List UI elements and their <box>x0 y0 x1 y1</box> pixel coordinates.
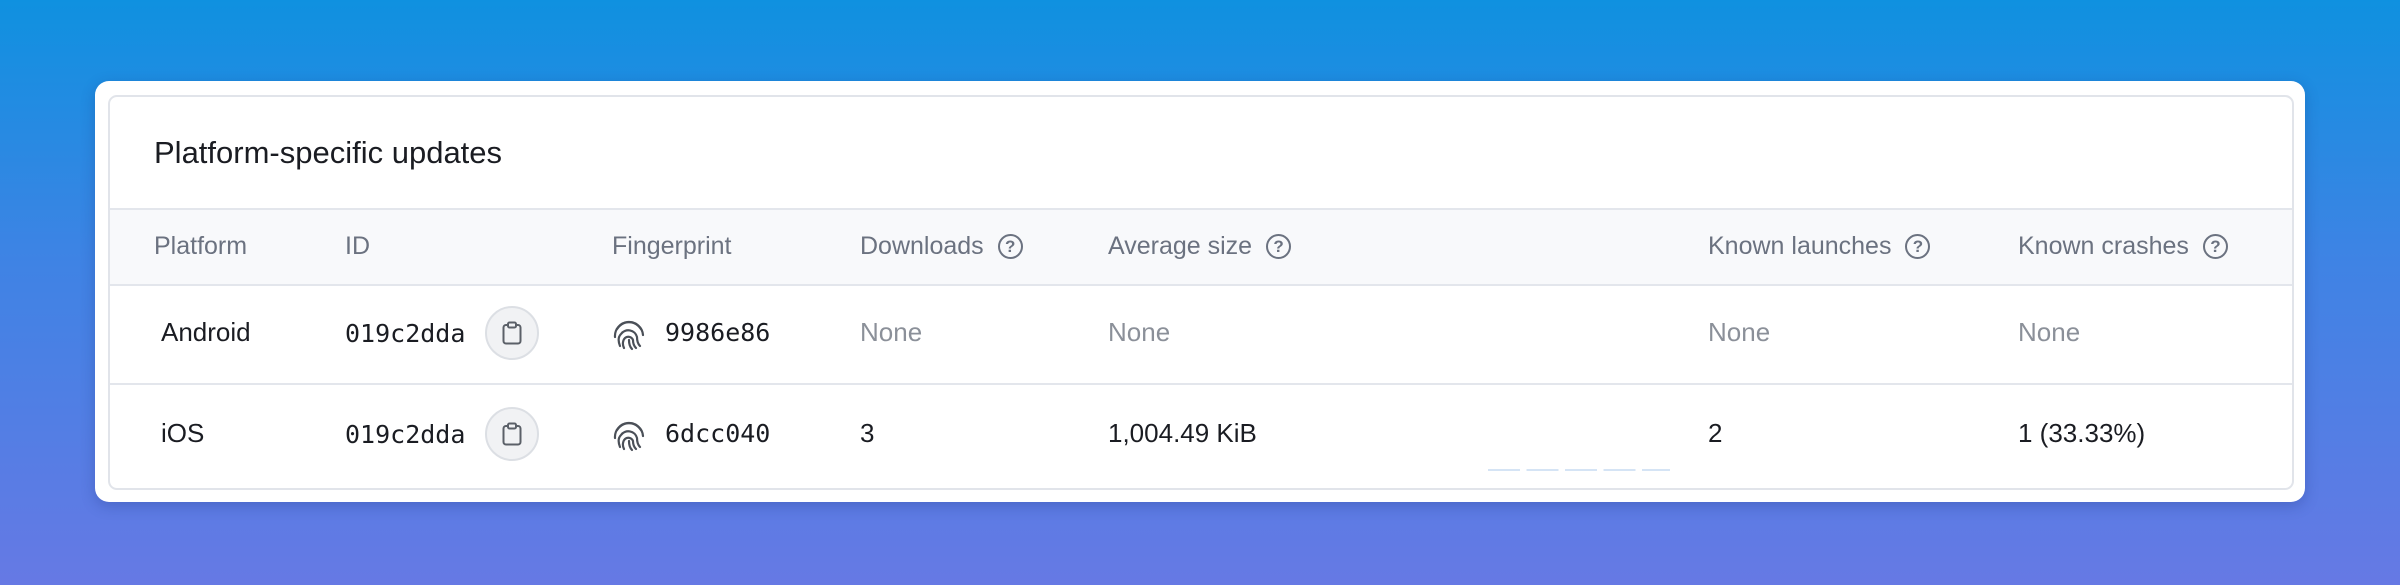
header-known-launches-label: Known launches <box>1708 232 1892 260</box>
header-downloads-label: Downloads <box>860 232 984 260</box>
updates-panel: Platform-specific updates Platform ID Fi… <box>108 95 2294 490</box>
known-crashes-cell: 1 (33.33%) <box>2018 418 2146 448</box>
question-circle-icon[interactable]: ? <box>997 234 1023 259</box>
table-row: iOS 019c2dda 6dcc040 3 1,004.49 KiB 2 1 … <box>110 385 2292 486</box>
launches-crashes-sparkline <box>1488 469 1670 471</box>
table-header: Platform ID Fingerprint Downloads ? Aver… <box>110 208 2292 286</box>
known-launches-cell: 2 <box>1708 418 1723 448</box>
header-fingerprint-label: Fingerprint <box>612 232 732 260</box>
header-average-size-label: Average size <box>1108 232 1253 260</box>
header-downloads: Downloads ? <box>860 232 1023 261</box>
sparkline-empty-bar <box>1603 469 1636 471</box>
header-id: ID <box>345 232 370 261</box>
sparkline-empty-bar <box>1488 469 1520 471</box>
fingerprint-icon <box>613 421 645 452</box>
known-launches-cell: None <box>1708 317 1771 347</box>
header-fingerprint: Fingerprint <box>612 232 732 261</box>
header-platform: Platform <box>154 232 247 261</box>
question-circle-icon[interactable]: ? <box>1905 234 1931 259</box>
table-row: Android 019c2dda 9986e86 None None None … <box>110 284 2292 385</box>
sparkline-empty-bar <box>1565 469 1597 471</box>
header-id-label: ID <box>345 232 370 260</box>
downloads-cell: None <box>860 317 923 347</box>
clipboard-icon <box>502 321 522 345</box>
downloads-cell: 3 <box>860 418 875 448</box>
sparkline-empty-bar <box>1642 469 1670 471</box>
updates-card: Platform-specific updates Platform ID Fi… <box>95 81 2305 502</box>
header-platform-label: Platform <box>154 232 248 260</box>
clipboard-icon <box>502 422 522 446</box>
platform-cell: Android <box>161 317 251 347</box>
sparkline-empty-bar <box>1526 469 1559 471</box>
fingerprint-value: 6dcc040 <box>665 419 771 448</box>
copy-id-button[interactable] <box>485 407 539 461</box>
known-crashes-cell: None <box>2018 317 2081 347</box>
header-known-launches: Known launches ? <box>1708 232 1931 261</box>
card-title: Platform-specific updates <box>154 135 503 170</box>
update-id: 019c2dda <box>345 319 466 348</box>
fingerprint-value: 9986e86 <box>665 318 771 347</box>
header-known-crashes: Known crashes ? <box>2018 232 2228 261</box>
header-average-size: Average size ? <box>1108 232 1292 261</box>
average-size-cell: 1,004.49 KiB <box>1108 418 1257 448</box>
header-known-crashes-label: Known crashes <box>2018 232 2189 260</box>
question-circle-icon[interactable]: ? <box>2202 234 2228 259</box>
question-circle-icon[interactable]: ? <box>1266 234 1292 259</box>
platform-cell: iOS <box>161 418 205 448</box>
update-id: 019c2dda <box>345 420 466 449</box>
copy-id-button[interactable] <box>485 306 539 360</box>
fingerprint-icon <box>613 320 645 351</box>
average-size-cell: None <box>1108 317 1171 347</box>
